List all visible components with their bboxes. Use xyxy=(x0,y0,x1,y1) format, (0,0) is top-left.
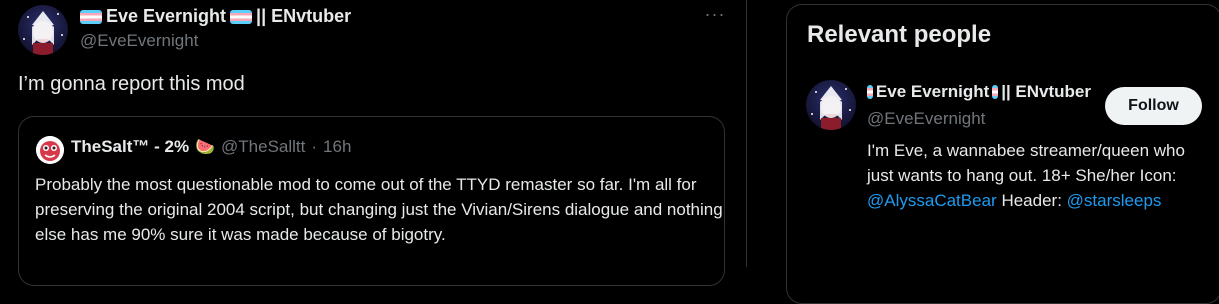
quote-timestamp[interactable]: 16h xyxy=(323,137,351,157)
quote-author-name[interactable]: TheSalt™ - 2% xyxy=(71,137,189,157)
quote-header: TheSalt™ - 2% 🍉 @TheSalltt · 16h xyxy=(71,137,351,157)
trans-flag-icon xyxy=(80,9,102,24)
author-name-line[interactable]: Eve Evernight || ENvtuber xyxy=(80,6,351,27)
watermelon-icon: 🍉 xyxy=(195,139,216,156)
quote-author-avatar[interactable] xyxy=(36,136,64,164)
follow-button[interactable]: Follow xyxy=(1105,87,1202,125)
panel-title: Relevant people xyxy=(807,21,992,48)
person-name[interactable]: Eve Evernight xyxy=(876,82,989,102)
author-handle[interactable]: @EveEvernight xyxy=(80,31,198,51)
dot-separator: · xyxy=(311,137,318,156)
author-name[interactable]: Eve Evernight xyxy=(106,6,226,27)
person-bio: I'm Eve, a wannabee streamer/queen who j… xyxy=(867,138,1212,213)
person-name-suffix[interactable]: || ENvtuber xyxy=(1001,82,1091,102)
bio-text-header: Header: xyxy=(1001,191,1062,210)
mention-link-header-credit[interactable]: @starsleeps xyxy=(1067,191,1162,210)
quoted-tweet[interactable]: TheSalt™ - 2% 🍉 @TheSalltt · 16h Probabl… xyxy=(18,116,725,286)
author-avatar[interactable] xyxy=(18,5,68,55)
person-handle[interactable]: @EveEvernight xyxy=(867,109,985,129)
column-divider xyxy=(746,0,747,267)
person-avatar[interactable] xyxy=(806,80,856,130)
tweet-text: I’m gonna report this mod xyxy=(18,73,245,95)
more-options-icon[interactable]: ··· xyxy=(703,4,727,24)
trans-flag-icon xyxy=(992,85,999,99)
bio-text: I'm Eve, a wannabee streamer/queen who j… xyxy=(867,141,1185,185)
quote-text: Probably the most questionable mod to co… xyxy=(35,175,723,244)
relevant-people-panel: Relevant people Eve Evernight || ENvtube… xyxy=(786,4,1219,304)
quote-author-handle[interactable]: @TheSalltt xyxy=(221,137,305,157)
author-name-suffix[interactable]: || ENvtuber xyxy=(256,6,351,27)
main-column: Eve Evernight || ENvtuber @EveEvernight … xyxy=(0,0,746,286)
trans-flag-icon xyxy=(230,9,253,24)
mention-link-icon-credit[interactable]: @AlyssaCatBear xyxy=(867,191,997,210)
person-name-line[interactable]: Eve Evernight || ENvtuber xyxy=(867,82,1091,102)
trans-flag-icon xyxy=(867,85,873,99)
